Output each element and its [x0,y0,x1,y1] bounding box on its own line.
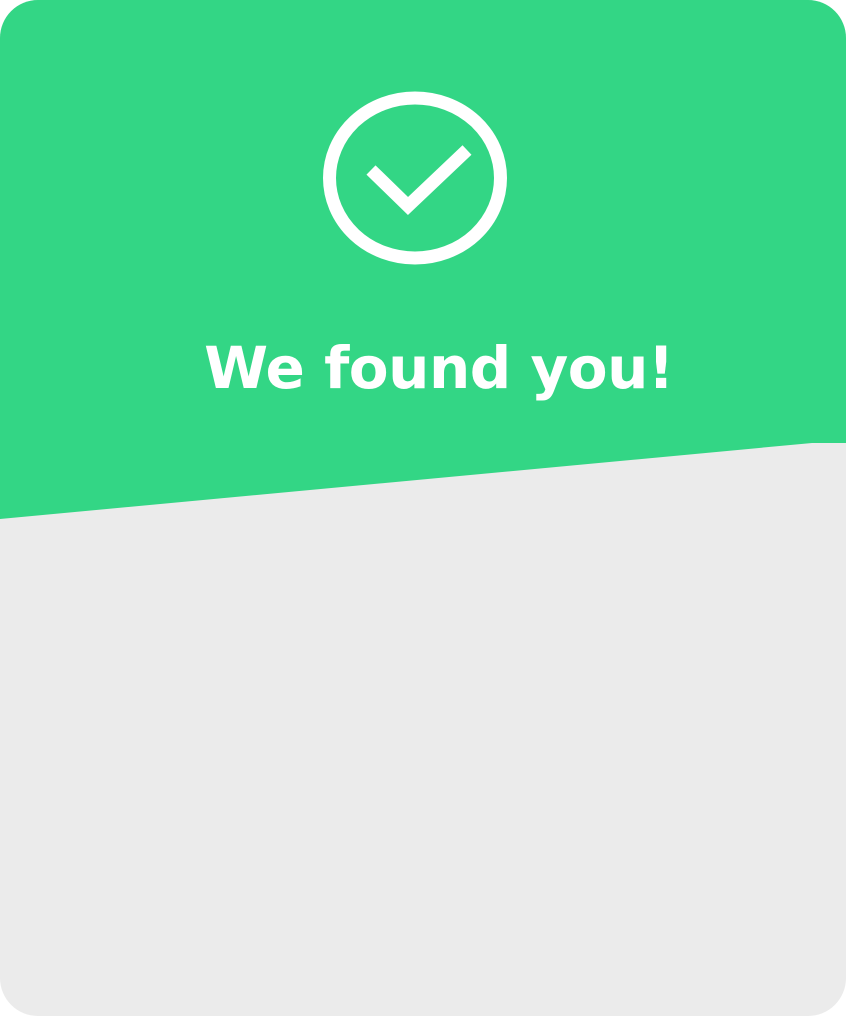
check-circle-icon [323,91,507,265]
success-card: We found you! [0,0,846,1016]
success-header: We found you! [0,0,846,530]
success-title: We found you! [204,334,674,402]
card-content-area [0,530,846,1016]
